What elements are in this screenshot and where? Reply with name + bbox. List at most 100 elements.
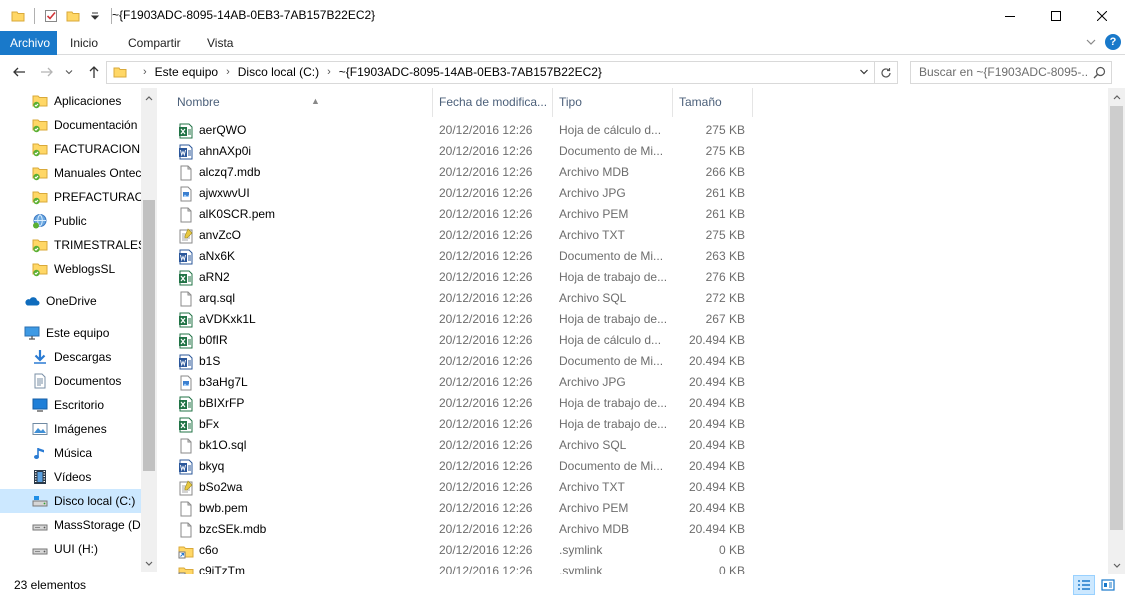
blank-file-icon [178, 501, 194, 517]
nav-item[interactable]: Música [0, 441, 141, 465]
tab-archivo[interactable]: Archivo [0, 31, 57, 55]
address-bar[interactable]: › Este equipo › Disco local (C:) › ~{F19… [106, 61, 898, 84]
close-button[interactable] [1079, 0, 1125, 31]
tab-inicio[interactable]: Inicio [60, 31, 108, 55]
nav-item[interactable]: Public [0, 209, 141, 233]
breadcrumb-este-equipo[interactable]: Este equipo [155, 62, 218, 83]
file-type-cell: Archivo TXT [559, 228, 625, 242]
refresh-icon [881, 67, 891, 78]
shared-folder-icon [32, 165, 48, 181]
nav-item[interactable]: Este equipo [0, 321, 141, 345]
scroll-up-arrow-icon[interactable] [1108, 88, 1125, 105]
excel-icon [178, 123, 194, 139]
nav-item[interactable]: MassStorage (D: [0, 513, 141, 537]
chevron-right-icon[interactable]: › [143, 62, 147, 83]
up-button[interactable] [83, 61, 105, 83]
file-name-cell: ahnAXp0i [178, 141, 428, 162]
file-row[interactable]: bzcSEk.mdb 20/12/2016 12:26 Archivo MDB 20.… [158, 519, 758, 540]
customize-toolbar-chevron-icon[interactable] [85, 6, 105, 26]
window-title: ~{F1903ADC-8095-14AB-0EB3-7AB157B22EC2} [112, 8, 376, 22]
file-row[interactable]: aNx6K 20/12/2016 12:26 Documento de Mi... 2… [158, 246, 758, 267]
file-row[interactable]: bkyq 20/12/2016 12:26 Documento de Mi... 20… [158, 456, 758, 477]
breadcrumb-disco-local[interactable]: Disco local (C:) [238, 62, 319, 83]
nav-item[interactable]: FACTURACION E [0, 137, 141, 161]
file-row[interactable]: bk1O.sql 20/12/2016 12:26 Archivo SQL 20.49… [158, 435, 758, 456]
forward-button[interactable] [36, 61, 58, 83]
nav-item[interactable]: Vídeos [0, 465, 141, 489]
nav-scrollbar[interactable] [141, 88, 157, 572]
column-header-type[interactable]: Tipo [553, 88, 673, 117]
column-header-size[interactable]: Tamaño [673, 88, 753, 117]
file-row[interactable]: bBIXrFP 20/12/2016 12:26 Hoja de trabajo d… [158, 393, 758, 414]
tab-vista[interactable]: Vista [197, 31, 243, 55]
nav-scrollbar-thumb[interactable] [143, 200, 155, 471]
tab-compartir[interactable]: Compartir [118, 31, 191, 55]
file-row[interactable]: aVDKxk1L 20/12/2016 12:26 Hoja de trabajo … [158, 309, 758, 330]
blank-file-icon [178, 207, 194, 223]
file-row[interactable]: arq.sql 20/12/2016 12:26 Archivo SQL 272 KB [158, 288, 758, 309]
file-size-cell: 20.494 KB [688, 396, 745, 410]
nav-item[interactable]: WeblogsSL [0, 257, 141, 281]
maximize-button[interactable] [1033, 0, 1079, 31]
file-name: c9iTzTm [199, 564, 245, 574]
file-row[interactable]: c9iTzTm 20/12/2016 12:26 .symlink 0 KB [158, 561, 758, 574]
properties-icon[interactable] [41, 6, 61, 26]
details-view-button[interactable] [1073, 575, 1095, 595]
shared-folder-icon [32, 93, 48, 109]
nav-item[interactable]: Aplicaciones [0, 89, 141, 113]
refresh-button[interactable] [874, 62, 897, 83]
column-header-date[interactable]: Fecha de modifica... [433, 88, 553, 117]
chevron-right-icon[interactable]: › [327, 62, 331, 83]
file-row[interactable]: bSo2wa 20/12/2016 12:26 Archivo TXT 20.494 … [158, 477, 758, 498]
nav-item[interactable]: Imágenes [0, 417, 141, 441]
nav-item[interactable]: TRIMESTRALES [0, 233, 141, 257]
help-icon[interactable]: ? [1105, 34, 1121, 50]
file-name: aerQWO [199, 123, 247, 137]
minimize-button[interactable] [987, 0, 1033, 31]
search-input[interactable]: Buscar en ~{F1903ADC-8095-... [919, 62, 1089, 83]
file-row[interactable]: aerQWO 20/12/2016 12:26 Hoja de cálculo d.… [158, 120, 758, 141]
nav-item[interactable]: Documentos [0, 369, 141, 393]
file-list-scrollbar[interactable] [1108, 88, 1125, 574]
back-button[interactable] [8, 61, 30, 83]
nav-item-label: Imágenes [54, 422, 107, 436]
pictures-icon [32, 421, 48, 437]
file-row[interactable]: b0fIR 20/12/2016 12:26 Hoja de cálculo d..… [158, 330, 758, 351]
column-header-name[interactable]: Nombre ▲ [171, 88, 433, 117]
scroll-down-arrow-icon[interactable] [141, 556, 157, 572]
file-list-scrollbar-thumb[interactable] [1110, 106, 1123, 530]
file-row[interactable]: alczq7.mdb 20/12/2016 12:26 Archivo MDB 266… [158, 162, 758, 183]
file-row[interactable]: c6o 20/12/2016 12:26 .symlink 0 KB [158, 540, 758, 561]
file-type-cell: Documento de Mi... [559, 459, 664, 473]
file-row[interactable]: aRN2 20/12/2016 12:26 Hoja de trabajo de..… [158, 267, 758, 288]
file-row[interactable]: b3aHg7L 20/12/2016 12:26 Archivo JPG 20.494… [158, 372, 758, 393]
file-row[interactable]: alK0SCR.pem 20/12/2016 12:26 Archivo PEM 26… [158, 204, 758, 225]
file-row[interactable]: ajwxwvUI 20/12/2016 12:26 Archivo JPG 261 K… [158, 183, 758, 204]
expand-ribbon-chevron-icon[interactable] [1085, 36, 1097, 48]
recent-locations-button[interactable] [62, 61, 76, 83]
breadcrumb-current-folder[interactable]: ~{F1903ADC-8095-14AB-0EB3-7AB157B22EC2} [339, 62, 602, 83]
address-dropdown-chevron-icon[interactable] [859, 66, 869, 80]
file-row[interactable]: anvZcO 20/12/2016 12:26 Archivo TXT 275 KB [158, 225, 758, 246]
file-row[interactable]: ahnAXp0i 20/12/2016 12:26 Documento de Mi.… [158, 141, 758, 162]
search-box[interactable]: Buscar en ~{F1903ADC-8095-... [910, 61, 1112, 84]
file-row[interactable]: bFx 20/12/2016 12:26 Hoja de trabajo de...… [158, 414, 758, 435]
search-icon[interactable] [1093, 66, 1106, 82]
scroll-up-arrow-icon[interactable] [141, 90, 157, 106]
nav-item[interactable]: Escritorio [0, 393, 141, 417]
nav-item[interactable]: PREFACTURACIO [0, 185, 141, 209]
nav-item[interactable]: OneDrive [0, 289, 141, 313]
file-date-cell: 20/12/2016 12:26 [439, 186, 533, 200]
large-icons-view-button[interactable] [1097, 575, 1119, 595]
scroll-down-arrow-icon[interactable] [1108, 557, 1125, 574]
nav-item[interactable]: Manuales Ontec [0, 161, 141, 185]
nav-item[interactable]: Disco local (C:) [0, 489, 141, 513]
nav-item[interactable]: Documentación [0, 113, 141, 137]
nav-item[interactable]: Descargas [0, 345, 141, 369]
file-row[interactable]: bwb.pem 20/12/2016 12:26 Archivo PEM 20.494… [158, 498, 758, 519]
chevron-right-icon[interactable]: › [226, 62, 230, 83]
new-folder-icon[interactable] [63, 6, 83, 26]
file-row[interactable]: b1S 20/12/2016 12:26 Documento de Mi... 20.… [158, 351, 758, 372]
file-date-cell: 20/12/2016 12:26 [439, 144, 533, 158]
nav-item[interactable]: UUI (H:) [0, 537, 141, 561]
